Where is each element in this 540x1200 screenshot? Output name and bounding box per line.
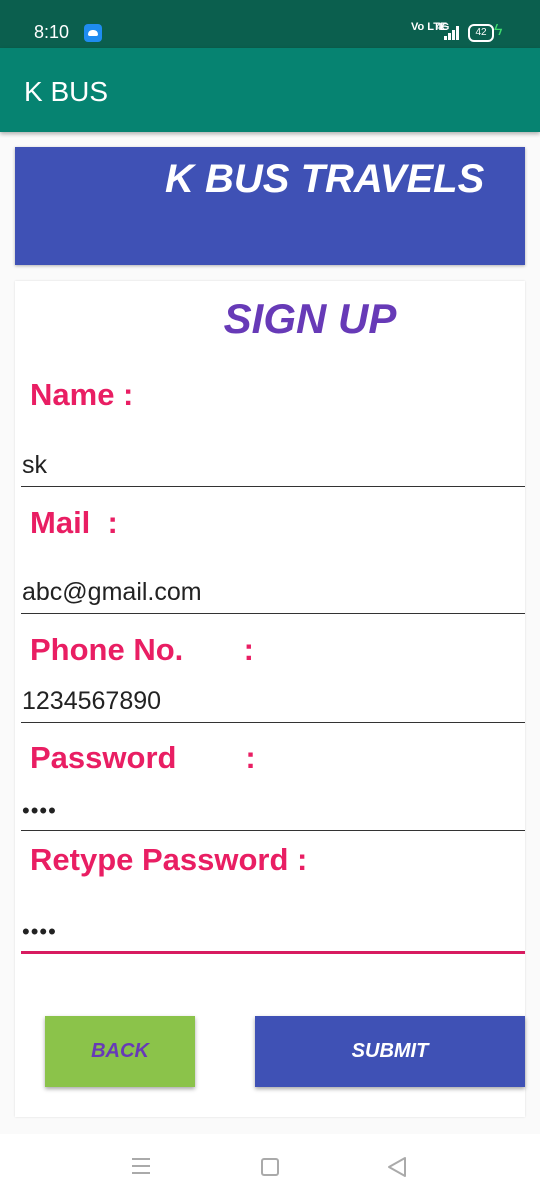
banner-title: K BUS TRAVELS <box>165 157 485 201</box>
battery-icon: 42 <box>468 24 494 42</box>
mail-value: abc@gmail.com <box>22 578 202 606</box>
menu-icon[interactable] <box>132 1158 152 1174</box>
app-title: K BUS <box>24 76 109 107</box>
navigation-bar <box>0 1134 540 1200</box>
banner: K BUS TRAVELS <box>15 147 525 265</box>
app-bar: K BUS <box>0 48 540 132</box>
phone-field[interactable]: 1234567890 <box>21 682 525 723</box>
signal-icon <box>444 26 460 40</box>
retype-password-label: Retype Password : <box>30 842 308 877</box>
retype-password-value: •••• <box>22 919 57 944</box>
name-field[interactable]: sk <box>21 446 525 487</box>
phone-label: Phone No. : <box>30 632 254 667</box>
name-label: Name : <box>30 377 134 412</box>
status-bar: 8:10 Vo LTE 4G 42 ϟ <box>0 0 540 48</box>
notification-app-icon <box>84 24 102 42</box>
phone-value: 1234567890 <box>22 687 162 715</box>
retype-password-field[interactable]: •••• <box>21 911 525 954</box>
name-value: sk <box>22 451 47 479</box>
mail-field[interactable]: abc@gmail.com <box>21 573 525 614</box>
password-label: Password : <box>30 740 256 775</box>
back-icon[interactable] <box>386 1156 408 1183</box>
charging-icon: ϟ <box>494 22 503 39</box>
password-field[interactable]: •••• <box>21 790 525 831</box>
password-value: •••• <box>22 798 57 823</box>
signup-title: SIGN UP <box>223 295 397 342</box>
back-button[interactable]: BACK <box>45 1016 195 1087</box>
signup-card: SIGN UP Name : sk Mail : abc@gmail.com P… <box>15 281 525 1117</box>
status-time: 8:10 <box>34 22 70 42</box>
home-icon[interactable] <box>261 1158 279 1176</box>
mail-label: Mail : <box>30 505 118 540</box>
submit-button[interactable]: SUBMIT <box>255 1016 525 1087</box>
